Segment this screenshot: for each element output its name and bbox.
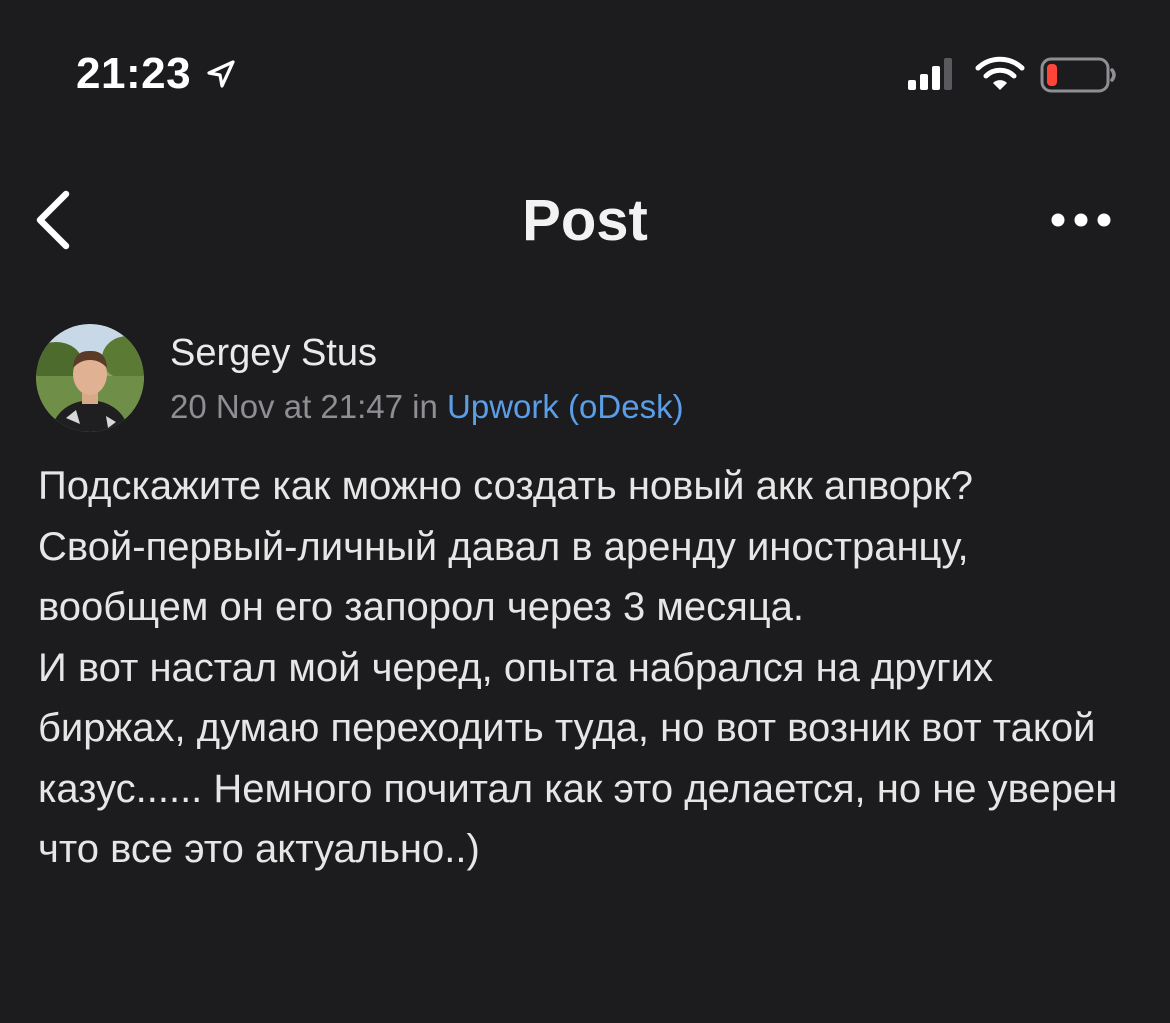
page-title: Post [522, 188, 648, 253]
community-link[interactable]: Upwork (oDesk) [447, 388, 684, 425]
status-time: 21:23 [76, 49, 192, 98]
post-date: 20 Nov at 21:47 [170, 388, 403, 425]
in-label: in [412, 388, 438, 425]
post-body: Подскажите как можно создать новый акк а… [38, 464, 1118, 871]
more-options-button[interactable] [1046, 200, 1116, 240]
battery-low-icon [1040, 57, 1116, 93]
post-meta: 20 Nov at 21:47 in Upwork (oDesk) [170, 386, 684, 428]
author-name[interactable]: Sergey Stus [170, 330, 377, 376]
cellular-signal-icon [908, 58, 952, 90]
avatar[interactable] [36, 324, 144, 432]
nav-bar: Post [0, 160, 1170, 280]
status-bar: 21:23 [0, 0, 1170, 150]
wifi-icon [975, 56, 1025, 90]
more-horizontal-icon [1051, 213, 1111, 227]
location-arrow-icon [207, 60, 235, 88]
